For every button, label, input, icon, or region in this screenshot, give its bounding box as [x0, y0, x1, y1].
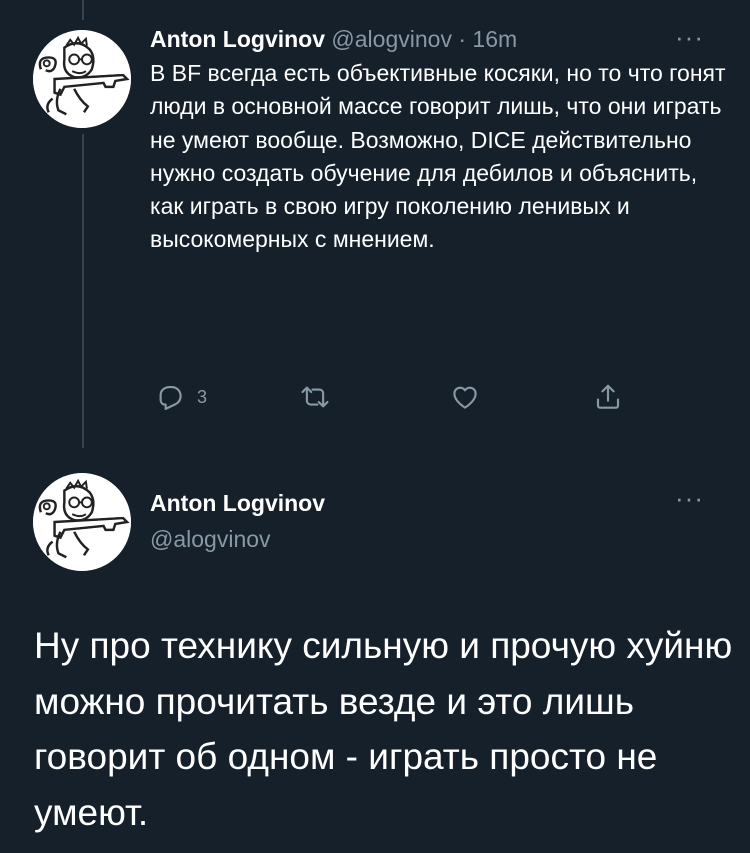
like-icon	[453, 386, 477, 409]
tweet-header: Anton Logvinov @alogvinov · 16m	[150, 24, 517, 54]
author-name[interactable]: Anton Logvinov	[150, 26, 325, 52]
share-icon	[596, 384, 620, 409]
tweet-timestamp[interactable]: 16m	[472, 26, 517, 52]
like-button[interactable]	[450, 382, 480, 412]
tweet-text: Ну про технику сильную и прочую хуйню мо…	[34, 625, 733, 833]
header-separator: ·	[458, 26, 467, 52]
more-options-icon[interactable]: ···	[675, 22, 704, 53]
avatar-cartoon-icon	[33, 473, 131, 571]
avatar-cartoon-icon	[33, 30, 131, 128]
tweet-actions: 3	[0, 382, 750, 418]
share-button[interactable]	[593, 382, 623, 412]
author-handle[interactable]: @alogvinov	[331, 26, 452, 52]
author-handle[interactable]: @alogvinov	[150, 524, 271, 554]
author-name[interactable]: Anton Logvinov	[150, 488, 325, 518]
reply-icon	[159, 385, 182, 410]
tweet-text: В BF всегда есть объективные косяки, но …	[150, 60, 726, 253]
reply-count: 3	[197, 386, 208, 407]
retweet-icon	[301, 386, 329, 408]
avatar[interactable]	[33, 473, 131, 571]
avatar[interactable]	[33, 30, 131, 128]
reply-button[interactable]: 3	[155, 382, 207, 412]
thread-line-top	[82, 0, 84, 20]
retweet-button[interactable]	[300, 382, 330, 412]
more-options-icon[interactable]: ···	[675, 483, 704, 514]
